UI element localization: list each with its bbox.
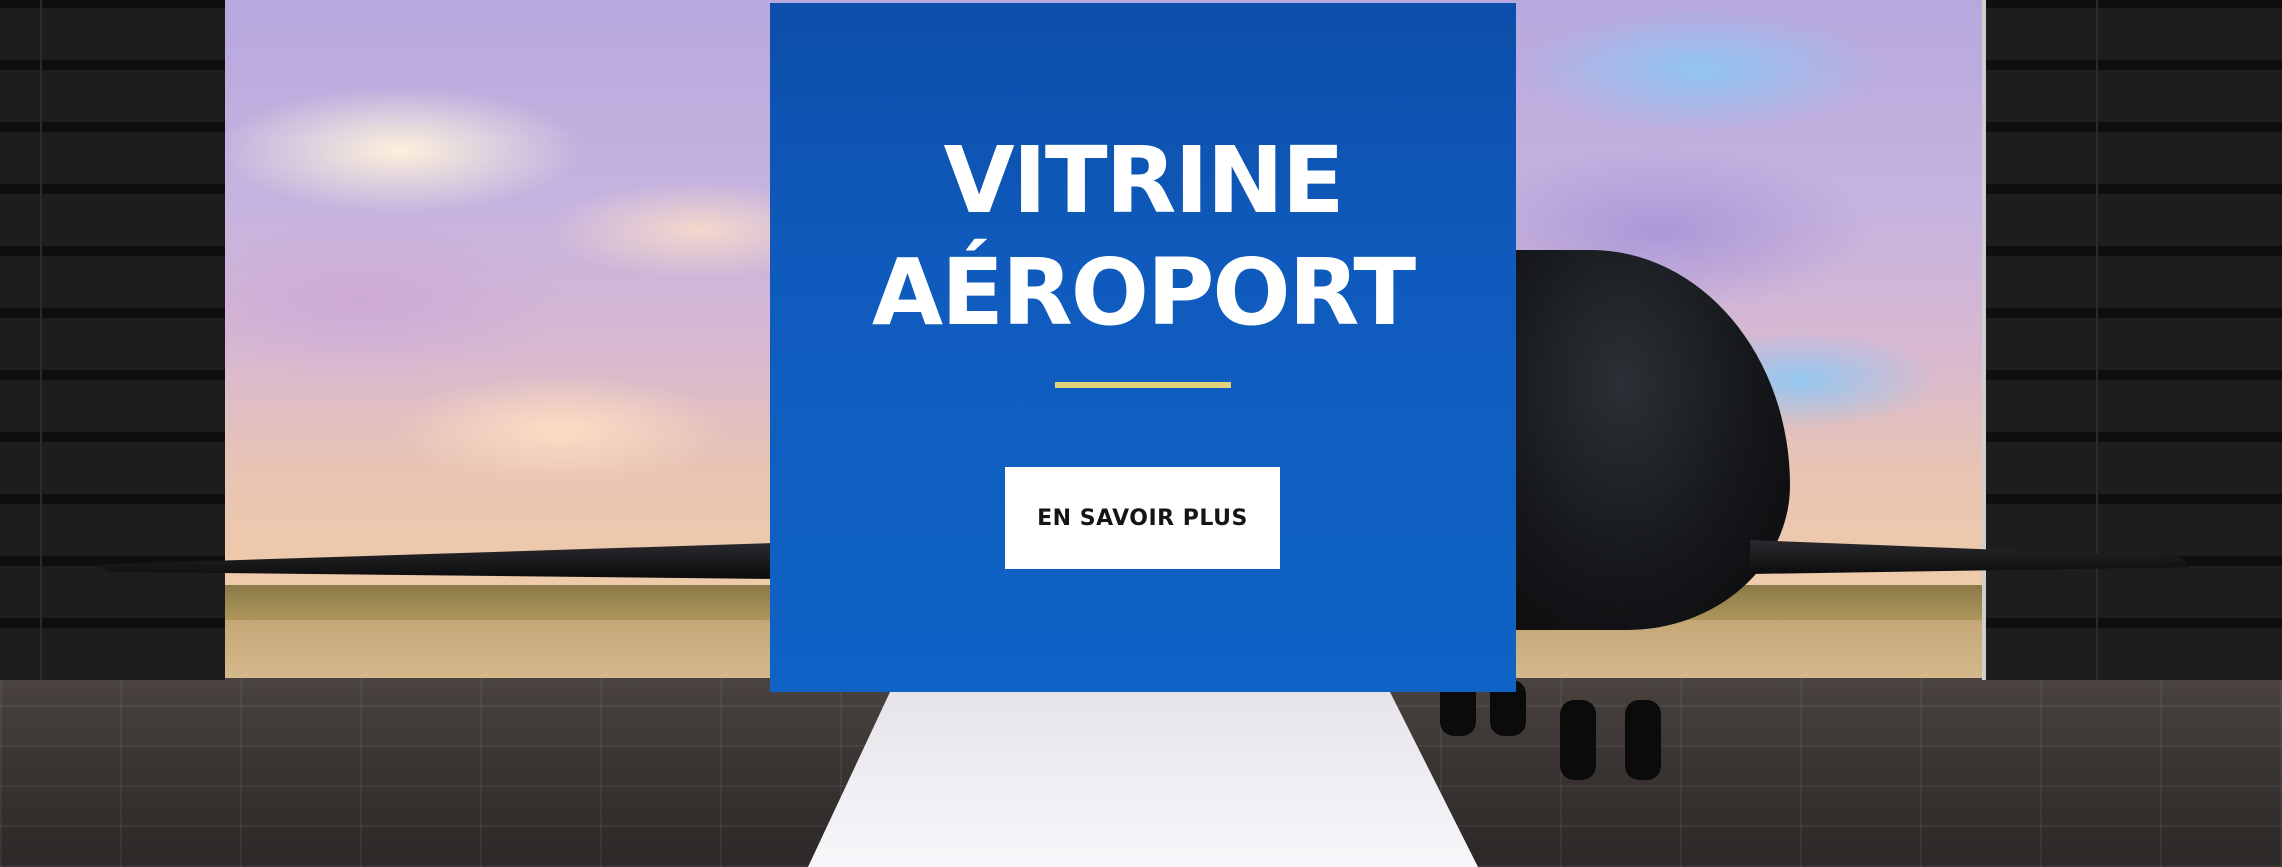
hero-title-line-1: VITRINE bbox=[943, 127, 1344, 234]
hero-banner: VITRINE AÉROPORT EN SAVOIR PLUS bbox=[0, 0, 2282, 867]
hero-content-panel: VITRINE AÉROPORT EN SAVOIR PLUS bbox=[770, 3, 1516, 692]
jet-landing-gear bbox=[1560, 700, 1596, 780]
hero-title-line-2: AÉROPORT bbox=[871, 239, 1416, 346]
hero-title: VITRINE AÉROPORT bbox=[770, 125, 1516, 349]
hangar-door-left bbox=[0, 0, 225, 680]
title-accent-divider bbox=[1055, 382, 1231, 388]
jet-landing-gear bbox=[1625, 700, 1661, 780]
hangar-door-right bbox=[1982, 0, 2282, 680]
learn-more-button[interactable]: EN SAVOIR PLUS bbox=[1005, 467, 1280, 569]
